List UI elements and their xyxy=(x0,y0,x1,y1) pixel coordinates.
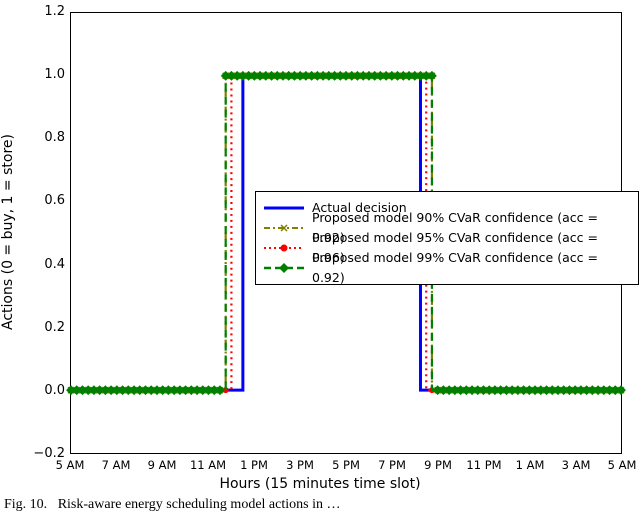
plot-area: Actual decision Proposed model 90% CVaR … xyxy=(70,12,622,454)
y-tick-label: 1.2 xyxy=(15,4,65,19)
y-axis-label: Actions (0 = buy, 1 = store) xyxy=(0,36,16,232)
x-tick-label: 7 PM xyxy=(370,458,414,472)
legend-swatch-90 xyxy=(264,220,304,236)
y-tick-label: 1.0 xyxy=(15,67,65,82)
y-tick-label: 0.4 xyxy=(15,257,65,272)
x-tick-label: 7 AM xyxy=(94,458,138,472)
caption-rest: Risk-aware energy scheduling model actio… xyxy=(51,497,341,512)
x-tick-label: 3 PM xyxy=(278,458,322,472)
x-tick-label: 11 AM xyxy=(186,458,230,472)
y-tick-label: 0.8 xyxy=(15,130,65,145)
x-tick-label: 5 PM xyxy=(324,458,368,472)
x-tick-label: 3 AM xyxy=(554,458,598,472)
x-tick-label: 1 AM xyxy=(508,458,552,472)
legend-entry-99: Proposed model 99% CVaR confidence (acc … xyxy=(264,258,630,278)
y-tick-label: 0.6 xyxy=(15,193,65,208)
legend: Actual decision Proposed model 90% CVaR … xyxy=(255,191,639,285)
x-axis-label: Hours (15 minutes time slot) xyxy=(0,476,640,492)
x-tick-label: 5 AM xyxy=(48,458,92,472)
x-tick-label: 1 PM xyxy=(232,458,276,472)
legend-swatch-95 xyxy=(264,240,304,256)
y-tick-label: 0.0 xyxy=(15,383,65,398)
y-tick-label: 0.2 xyxy=(15,320,65,335)
figure: Actual decision Proposed model 90% CVaR … xyxy=(0,0,640,513)
legend-swatch-actual xyxy=(264,200,304,216)
caption-prefix: Fig. 10. xyxy=(4,497,47,512)
x-tick-label: 9 AM xyxy=(140,458,184,472)
x-tick-label: 9 PM xyxy=(416,458,460,472)
legend-swatch-99 xyxy=(264,260,304,276)
x-tick-label: 5 AM xyxy=(600,458,640,472)
legend-label: Proposed model 99% CVaR confidence (acc … xyxy=(312,248,630,288)
x-tick-label: 11 PM xyxy=(462,458,506,472)
figure-caption: Fig. 10. Risk-aware energy scheduling mo… xyxy=(4,497,340,513)
